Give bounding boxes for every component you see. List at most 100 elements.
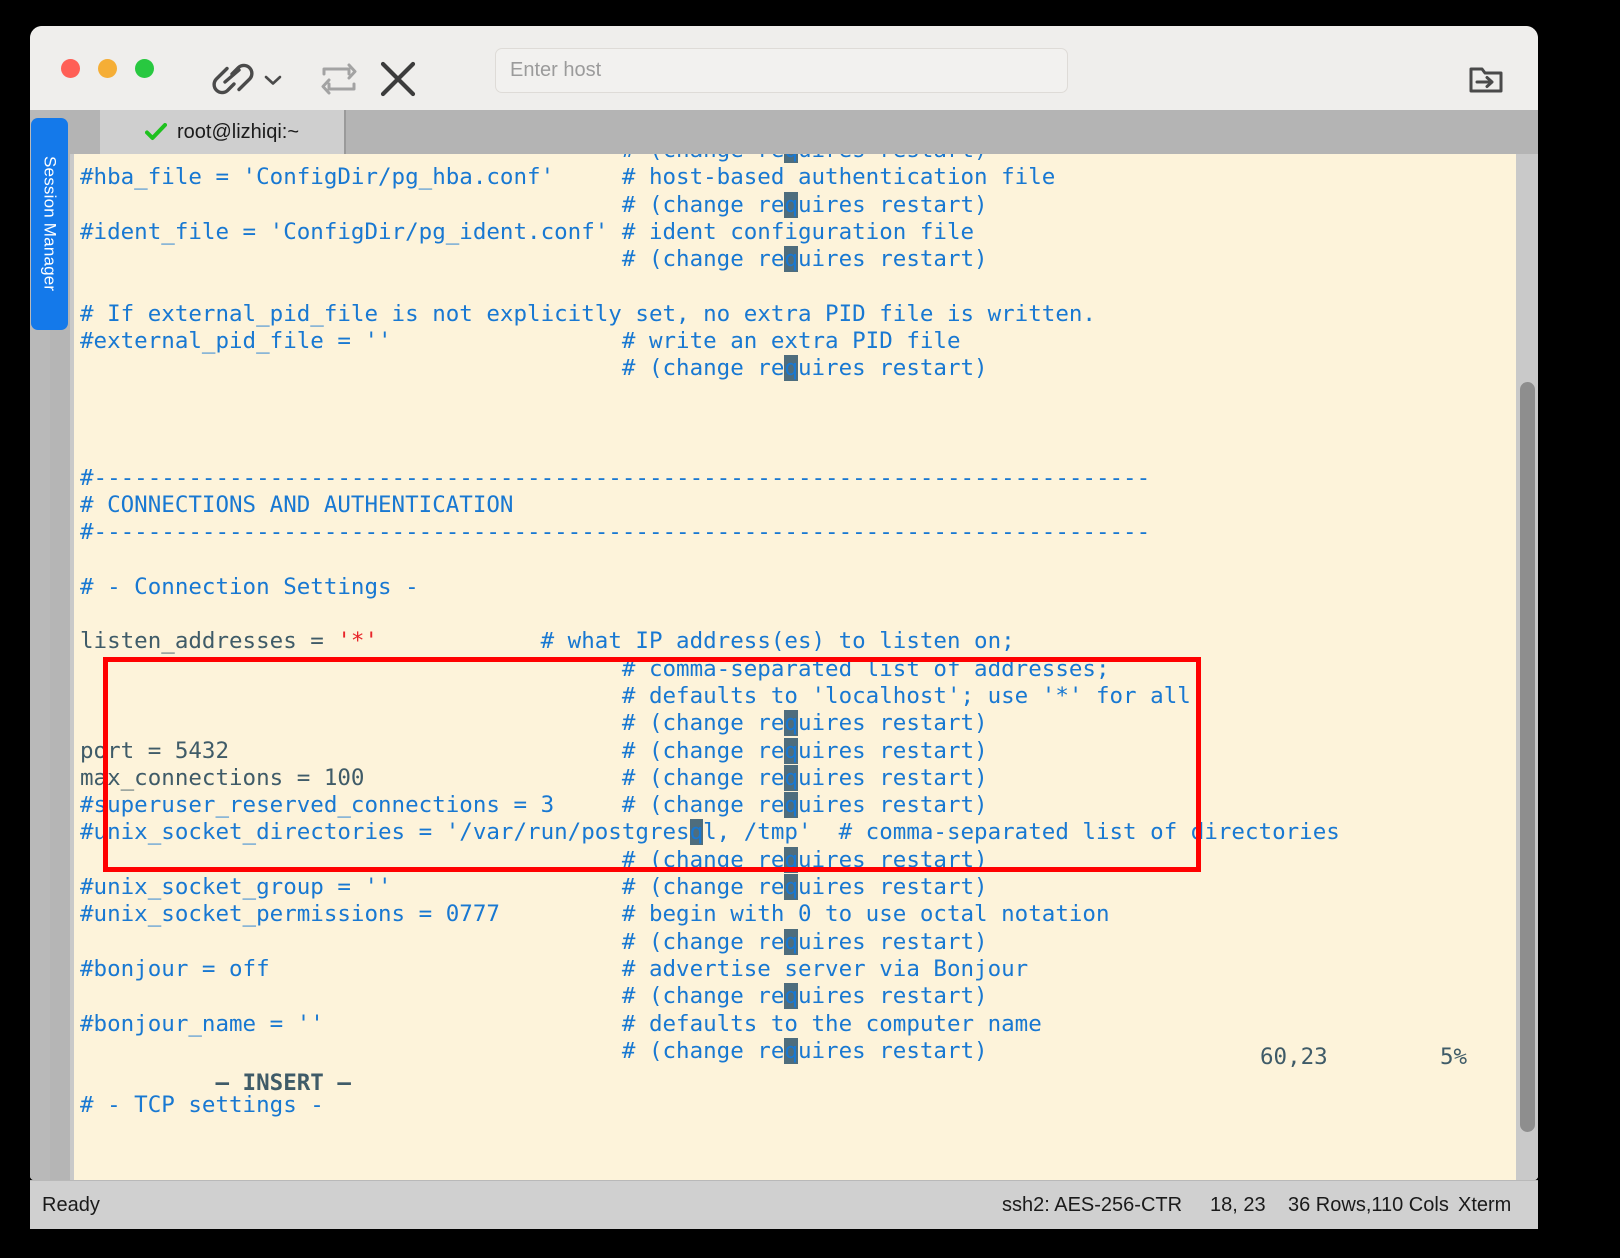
terminal-span: uires restart): [797, 764, 988, 791]
terminal-span: # (change re: [621, 737, 785, 764]
terminal-span: listen_addresses =: [80, 628, 338, 655]
terminal-line: # CONNECTIONS AND AUTHENTICATION: [80, 492, 1340, 519]
terminal-line: # (change requires restart): [80, 983, 1340, 1010]
zoom-window-button[interactable]: [135, 59, 154, 78]
terminal-line: #hba_file = 'ConfigDir/pg_hba.conf' # ho…: [80, 164, 1340, 191]
terminal-app-window: Session Manager root@lizhiqi:~ # (chan: [30, 26, 1538, 1180]
terminal-line: # (change requires restart): [80, 355, 1340, 382]
status-ready: Ready: [42, 1194, 100, 1216]
terminal-line: # - Connection Settings -: [80, 574, 1340, 601]
terminal-span: # (change re: [80, 846, 785, 873]
close-icon[interactable]: [375, 58, 421, 100]
terminal-span: #hba_file = 'ConfigDir/pg_hba.conf' # ho…: [80, 164, 1056, 191]
reconnect-icon[interactable]: [318, 59, 360, 99]
terminal-span: uires restart): [797, 928, 988, 955]
status-coordinates: 18, 23: [1210, 1194, 1266, 1216]
terminal-line: # (change requires restart): [80, 710, 1340, 737]
vim-status-line: — INSERT — 60,23 5%: [80, 1044, 1510, 1174]
terminal-span: q: [784, 710, 798, 737]
terminal-span: q: [784, 246, 798, 273]
terminal-screen[interactable]: # (change requires restart)#hba_file = '…: [74, 154, 1516, 1180]
terminal-panel: # (change requires restart)#hba_file = '…: [70, 154, 1538, 1180]
terminal-span: q: [784, 928, 798, 955]
status-terminal-size: 36 Rows,110 Cols: [1288, 1194, 1449, 1216]
tabstrip: root@lizhiqi:~: [70, 110, 1538, 154]
terminal-line: # defaults to 'localhost'; use '*' for a…: [80, 683, 1340, 710]
terminal-span: q: [784, 874, 798, 901]
vim-mode-indicator: — INSERT —: [215, 1070, 351, 1096]
terminal-line: port = 5432 # (change requires restart): [80, 737, 1340, 765]
terminal-span: port = 5432: [80, 737, 622, 764]
terminal-span: '*': [337, 628, 379, 655]
sidebar-item-session-manager[interactable]: Session Manager: [31, 118, 68, 330]
terminal-span: #bonjour_name = '' # defaults to the com…: [80, 1010, 1042, 1037]
terminal-span: # (change re: [80, 983, 785, 1010]
terminal-span: # (change re: [80, 928, 785, 955]
terminal-line: # comma-separated list of addresses;: [80, 656, 1340, 683]
terminal-span: uires restart): [797, 737, 988, 764]
terminal-scrollbar-thumb[interactable]: [1520, 382, 1535, 1132]
terminal-span: q: [784, 846, 798, 873]
terminal-span: # (change re: [80, 191, 785, 218]
minimize-window-button[interactable]: [98, 59, 117, 78]
host-input[interactable]: [495, 48, 1068, 93]
terminal-span: # (change re: [80, 154, 785, 163]
terminal-span: q: [689, 819, 704, 846]
tab-root-lizhiqi[interactable]: root@lizhiqi:~: [100, 110, 346, 154]
terminal-line: listen_addresses = '*' # what IP address…: [80, 628, 1340, 655]
terminal-span: #ident_file = 'ConfigDir/pg_ident.conf' …: [80, 218, 975, 245]
vim-scroll-percent: 5%: [1440, 1044, 1468, 1070]
terminal-span: uires restart): [797, 355, 988, 382]
terminal-span: uires restart): [797, 792, 988, 819]
terminal-span: # (change re: [80, 355, 785, 382]
terminal-line: # (change requires restart): [80, 246, 1340, 273]
titlebar: [30, 26, 1538, 110]
window-body: Session Manager root@lizhiqi:~ # (chan: [30, 110, 1538, 1180]
terminal-span: #superuser_reserved_connections = 3 # (c…: [80, 792, 785, 819]
terminal-span: #unix_socket_group = '' # (change re: [80, 874, 785, 901]
status-cipher: ssh2: AES-256-CTR: [1002, 1194, 1183, 1216]
terminal-text: # (change requires restart)#hba_file = '…: [80, 154, 1340, 1120]
terminal-span: # CONNECTIONS AND AUTHENTICATION: [80, 491, 514, 518]
terminal-span: q: [784, 792, 798, 819]
terminal-line: # If external_pid_file is not explicitly…: [80, 301, 1340, 328]
close-window-button[interactable]: [61, 59, 80, 78]
terminal-line: # (change requires restart): [80, 928, 1340, 956]
terminal-scrollbar-track[interactable]: [1516, 154, 1538, 1180]
terminal-span: uires restart): [797, 246, 988, 273]
terminal-line: #bonjour = off # advertise server via Bo…: [80, 956, 1340, 983]
terminal-line: #unix_socket_permissions = 0777 # begin …: [80, 901, 1340, 928]
check-icon: [144, 123, 167, 141]
status-terminal-type: Xterm: [1458, 1194, 1512, 1216]
terminal-span: #---------------------------------------…: [80, 464, 1151, 491]
terminal-span: uires restart): [797, 983, 988, 1010]
link-icon[interactable]: [206, 61, 258, 97]
terminal-span: #unix_socket_directories = '/var/run/pos…: [80, 819, 690, 846]
terminal-span: q: [784, 154, 798, 163]
file-transfer-icon[interactable]: [1466, 59, 1506, 99]
terminal-line: #unix_socket_group = '' # (change requir…: [80, 874, 1340, 901]
terminal-line: #ident_file = 'ConfigDir/pg_ident.conf' …: [80, 219, 1340, 246]
terminal-line: #---------------------------------------…: [80, 519, 1340, 546]
terminal-span: # comma-separated list of addresses;: [80, 655, 1110, 682]
terminal-span: q: [784, 191, 798, 218]
terminal-line: #bonjour_name = '' # defaults to the com…: [80, 1011, 1340, 1038]
terminal-line: #superuser_reserved_connections = 3 # (c…: [80, 792, 1340, 819]
terminal-span: # (change re: [80, 246, 785, 273]
terminal-span: #external_pid_file = '' # write an extra…: [80, 328, 961, 355]
terminal-span: q: [784, 983, 798, 1010]
session-manager-label: Session Manager: [40, 156, 60, 292]
chevron-down-icon[interactable]: [262, 62, 284, 98]
terminal-line: # (change requires restart): [80, 154, 1340, 164]
terminal-span: # (change re: [621, 764, 785, 791]
terminal-span: uires restart): [798, 154, 988, 163]
terminal-span: # If external_pid_file is not explicitly…: [80, 300, 1096, 327]
terminal-line: #unix_socket_directories = '/var/run/pos…: [80, 819, 1340, 846]
terminal-line: #external_pid_file = '' # write an extra…: [80, 328, 1340, 355]
terminal-span: q: [784, 764, 798, 791]
vim-cursor-position: 60,23: [1260, 1044, 1328, 1070]
terminal-span: uires restart): [797, 874, 988, 901]
